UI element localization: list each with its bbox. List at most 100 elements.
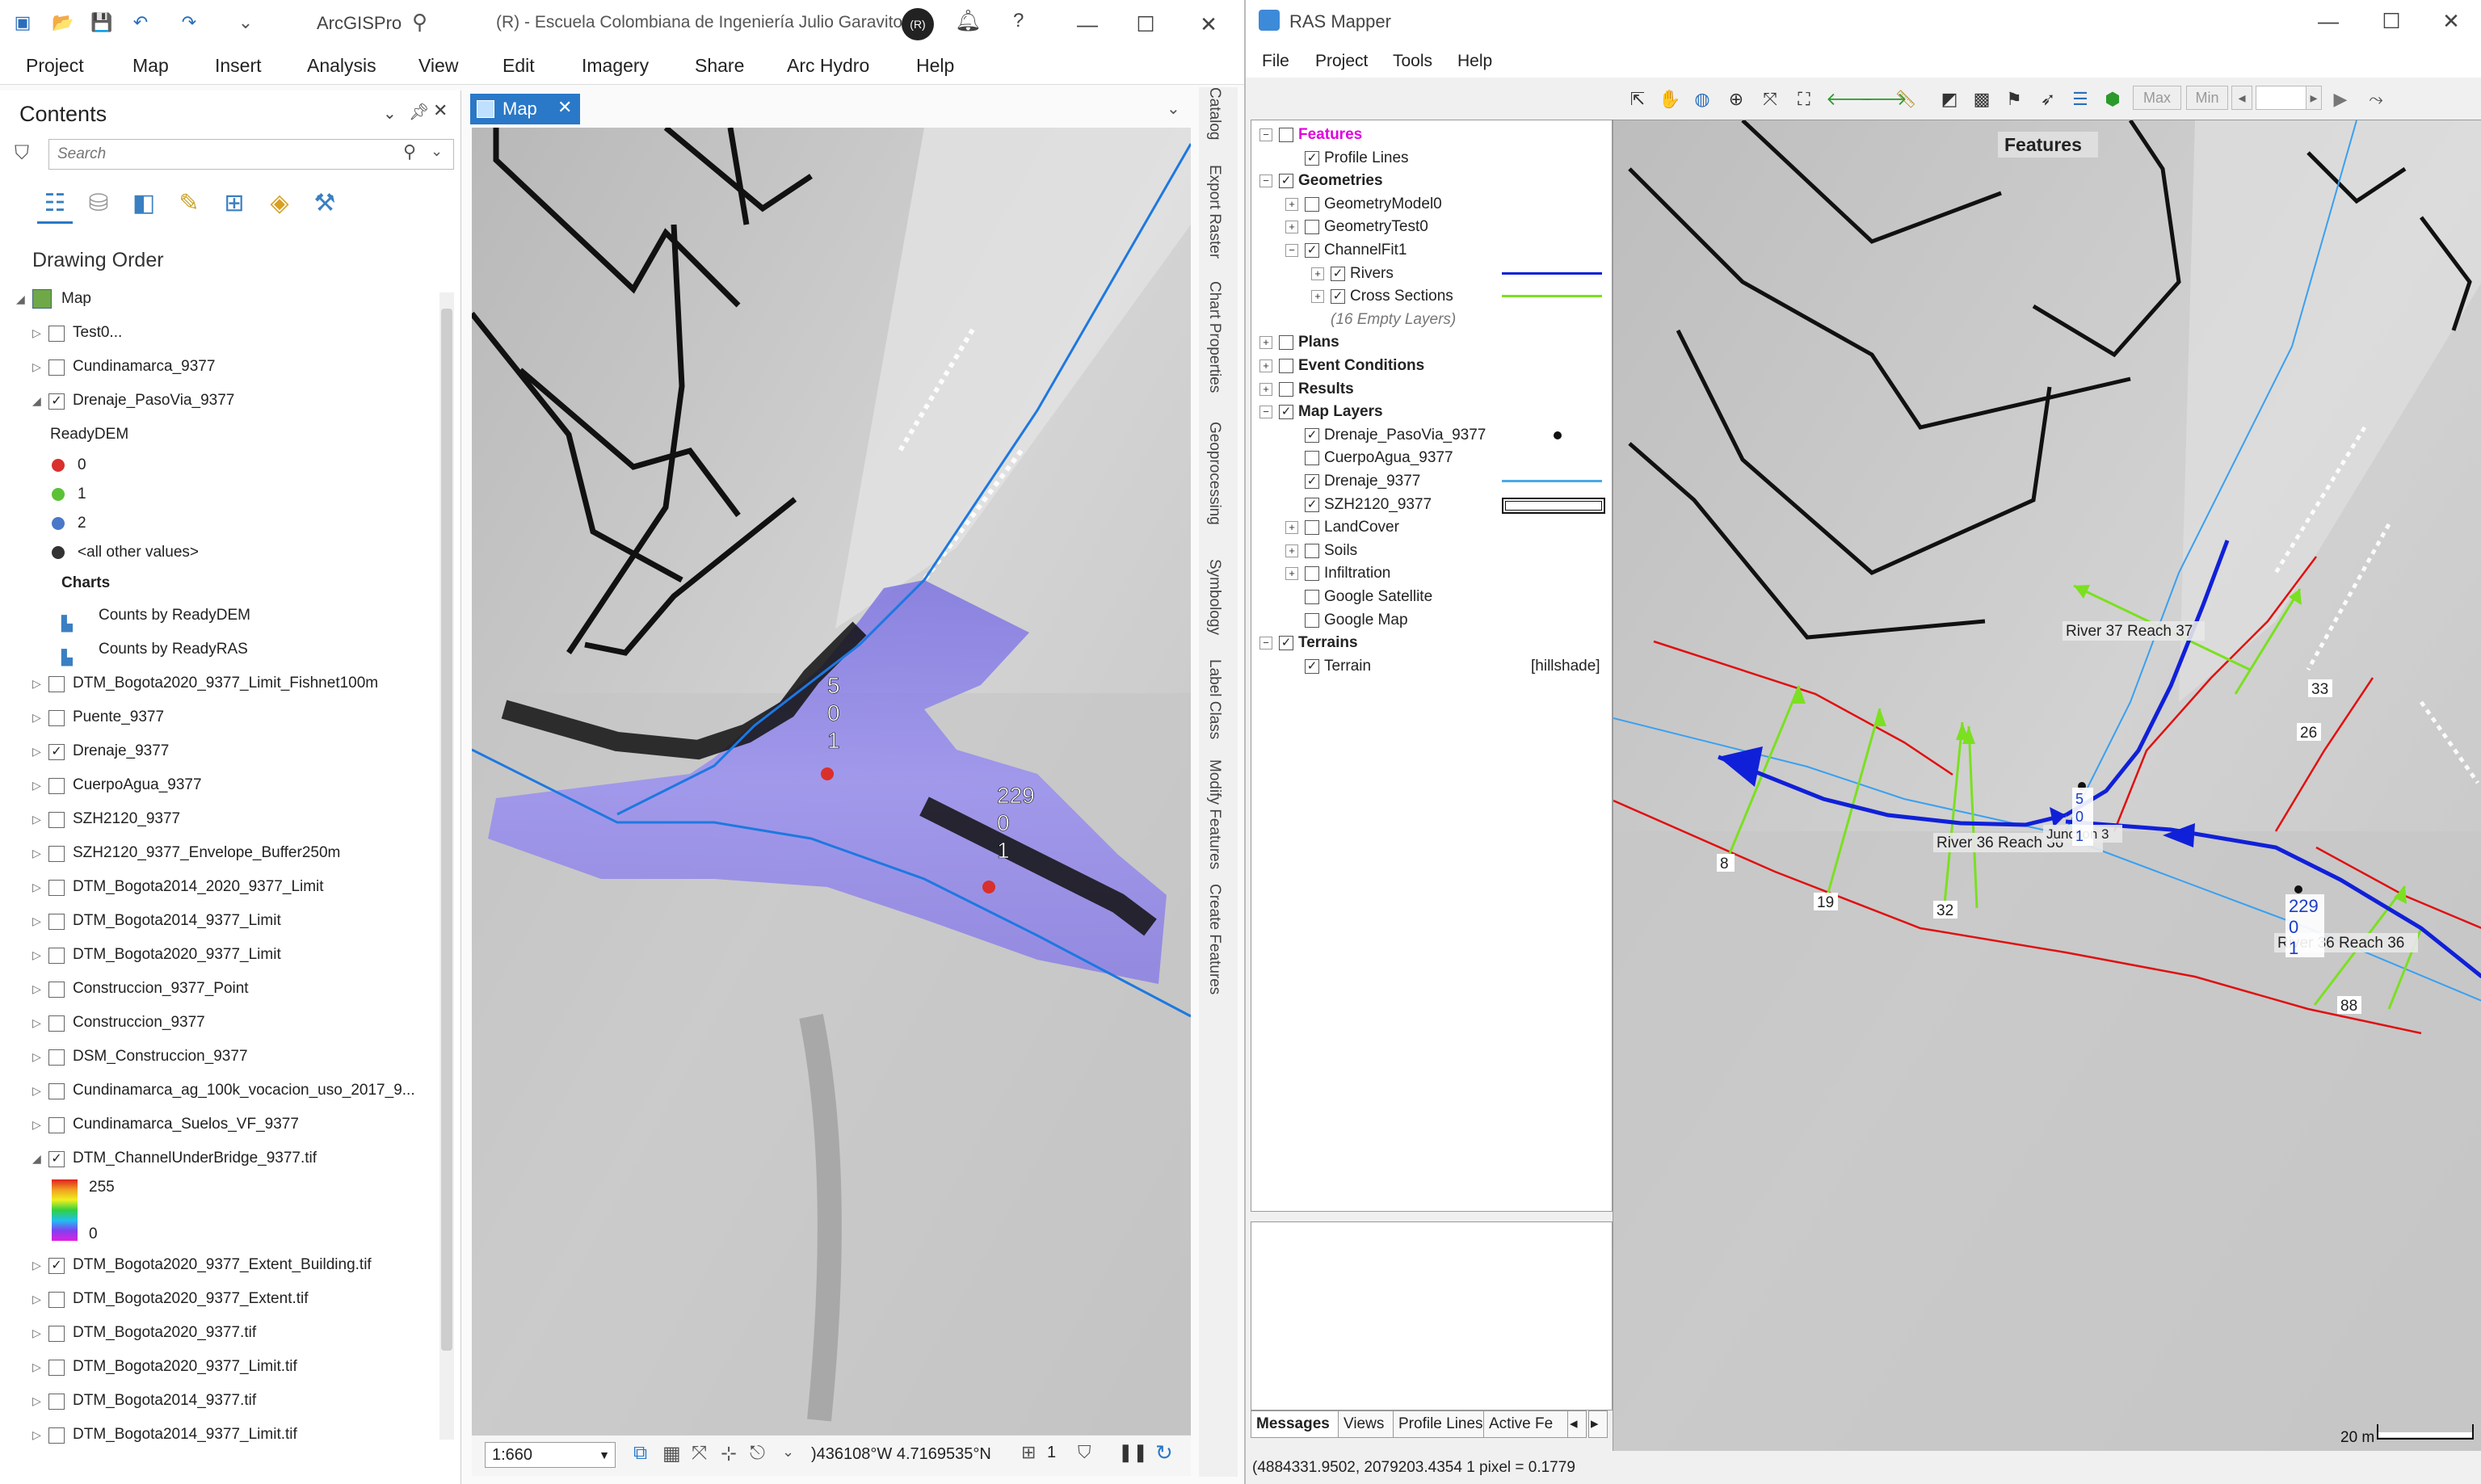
- layer-visibility-checkbox[interactable]: [48, 326, 65, 342]
- tab-imagery[interactable]: Imagery: [582, 55, 649, 77]
- layer-visibility-checkbox[interactable]: [48, 948, 65, 964]
- search-input[interactable]: [56, 143, 398, 166]
- ras-tree-row[interactable]: + GeometryTest0: [1251, 216, 1607, 238]
- expand-icon[interactable]: ▷: [32, 1040, 45, 1073]
- collapse-icon[interactable]: −: [1259, 128, 1272, 141]
- constraints-icon[interactable]: ⊹: [721, 1442, 737, 1465]
- globe-icon[interactable]: ◍: [1690, 87, 1714, 111]
- expand-icon[interactable]: ▷: [32, 735, 45, 767]
- search-icon[interactable]: ⚲: [412, 10, 427, 35]
- ras-layer-checkbox[interactable]: [1279, 335, 1293, 351]
- ras-layer-checkbox[interactable]: ✓: [1305, 474, 1319, 489]
- expand-icon[interactable]: +: [1285, 221, 1298, 234]
- layer-visibility-checkbox[interactable]: [48, 1292, 65, 1308]
- ras-tree-row[interactable]: CuerpoAgua_9377: [1251, 447, 1607, 469]
- pan-hand-icon[interactable]: ✋: [1658, 87, 1682, 111]
- layer-visibility-checkbox[interactable]: [48, 1326, 65, 1342]
- back-arrow-icon[interactable]: 🡐: [1826, 87, 1873, 111]
- layer-row[interactable]: ▷ Test0...: [0, 317, 436, 349]
- ras-layer-checkbox[interactable]: ✓: [1331, 289, 1345, 305]
- tab-analysis[interactable]: Analysis: [307, 55, 376, 77]
- list-by-source-icon[interactable]: ⛁: [81, 186, 116, 221]
- tab-map-view[interactable]: Map ✕: [470, 94, 580, 124]
- project-icon[interactable]: ▣: [11, 11, 34, 34]
- expand-icon[interactable]: ▷: [32, 1108, 45, 1141]
- maximize-button[interactable]: ☐: [1128, 8, 1163, 40]
- tab-profile-lines[interactable]: Profile Lines: [1393, 1410, 1491, 1438]
- ras-layer-checkbox[interactable]: [1305, 543, 1319, 558]
- tab-views[interactable]: Views: [1338, 1410, 1401, 1438]
- terrain-icon[interactable]: ⬢: [2100, 87, 2125, 111]
- ras-layer-checkbox[interactable]: [1279, 128, 1293, 142]
- expand-icon[interactable]: ▷: [32, 939, 45, 971]
- ras-tree-row[interactable]: ✓ Terrain [hillshade]: [1251, 655, 1607, 678]
- layer-row[interactable]: ▷ Cundinamarca_ag_100k_vocacion_uso_2017_…: [0, 1074, 436, 1107]
- chevron-down-icon[interactable]: ⌄: [431, 143, 443, 160]
- ras-layer-checkbox[interactable]: [1305, 590, 1319, 604]
- layer-visibility-checkbox[interactable]: [48, 1117, 65, 1133]
- point-marker-b[interactable]: [982, 881, 995, 893]
- tab-edit[interactable]: Edit: [503, 55, 535, 77]
- layer-visibility-checkbox[interactable]: [48, 1049, 65, 1066]
- side-tab-modify-features[interactable]: Modify Features: [1205, 759, 1223, 869]
- layer-visibility-checkbox[interactable]: [48, 914, 65, 930]
- layer-visibility-checkbox[interactable]: ✓: [48, 1258, 65, 1274]
- expand-icon[interactable]: ▷: [32, 1419, 45, 1451]
- list-by-labeling-icon[interactable]: ◈: [262, 186, 297, 221]
- collapse-icon[interactable]: −: [1259, 637, 1272, 650]
- tab-scroll-right[interactable]: ▸: [1588, 1410, 1608, 1438]
- ras-menu-help[interactable]: Help: [1457, 52, 1492, 71]
- layer-visibility-checkbox[interactable]: [48, 1360, 65, 1376]
- map-canvas[interactable]: 5 0 1 229 0 1: [472, 128, 1191, 1435]
- redo-icon[interactable]: ↷: [178, 11, 200, 34]
- tab-insert[interactable]: Insert: [215, 55, 262, 77]
- help-icon[interactable]: ?: [1013, 10, 1024, 32]
- raster-icon[interactable]: ▩: [1970, 87, 1994, 111]
- layer-row[interactable]: ▷ Construccion_9377: [0, 1007, 436, 1039]
- chart-item-row[interactable]: ▙ Counts by ReadyRAS: [0, 633, 436, 666]
- expand-icon[interactable]: +: [1259, 336, 1272, 350]
- scale-selector[interactable]: 1:660 ▼: [485, 1442, 616, 1468]
- layer-row[interactable]: ▷ DTM_Bogota2014_2020_9377_Limit: [0, 871, 436, 903]
- ras-tree-row[interactable]: + LandCover: [1251, 516, 1607, 539]
- layer-visibility-checkbox[interactable]: [48, 812, 65, 828]
- ras-map-canvas[interactable]: River 37 Reach 37 River 36 Reach 36 Junc…: [1613, 120, 2481, 1469]
- animate-icon[interactable]: ⤳: [2364, 87, 2388, 111]
- zoom-in-icon[interactable]: ⊕: [1724, 87, 1748, 111]
- ras-tree-row[interactable]: − ✓ ChannelFit1: [1251, 239, 1607, 262]
- customize-icon[interactable]: ⌄: [234, 11, 257, 34]
- expand-icon[interactable]: +: [1285, 197, 1298, 211]
- expand-icon[interactable]: ▷: [32, 701, 45, 734]
- tab-share[interactable]: Share: [695, 55, 744, 77]
- expand-icon[interactable]: ▷: [32, 803, 45, 835]
- expand-icon[interactable]: ▷: [32, 837, 45, 869]
- tab-arc-hydro[interactable]: Arc Hydro: [787, 55, 869, 77]
- layer-visibility-checkbox[interactable]: [48, 1083, 65, 1099]
- pointer-tool-icon[interactable]: ➶: [2036, 87, 2060, 111]
- side-tab-symbology[interactable]: Symbology: [1205, 559, 1223, 635]
- zoom-extent-icon[interactable]: ⤧: [1758, 87, 1782, 111]
- step-back-button[interactable]: ◂: [2231, 86, 2252, 110]
- ras-point-229[interactable]: [2294, 885, 2302, 893]
- ras-tree-row[interactable]: Google Map: [1251, 609, 1607, 632]
- layer-row[interactable]: ▷ DTM_Bogota2014_9377_Limit: [0, 905, 436, 937]
- grid-icon[interactable]: ▦: [662, 1442, 681, 1465]
- tab-overflow-icon[interactable]: ⌄: [1167, 99, 1180, 119]
- layer-row[interactable]: ▷ ✓ DTM_Bogota2020_9377_Extent_Building.ti…: [0, 1249, 436, 1281]
- side-tab-chart-properties[interactable]: Chart Properties: [1205, 281, 1223, 393]
- selected-features-icon[interactable]: ⊞: [1021, 1442, 1036, 1463]
- save-icon[interactable]: 💾: [90, 11, 113, 34]
- list-by-snapping-icon[interactable]: ⊞: [217, 186, 252, 221]
- tab-project[interactable]: Project: [26, 55, 84, 77]
- pause-icon[interactable]: ❚❚: [1118, 1442, 1148, 1463]
- list-by-editing-icon[interactable]: ✎: [171, 186, 207, 221]
- side-tab-geoprocessing[interactable]: Geoprocessing: [1205, 422, 1223, 525]
- layer-visibility-checkbox[interactable]: [48, 1427, 65, 1444]
- tab-view[interactable]: View: [418, 55, 458, 77]
- ras-layer-checkbox[interactable]: ✓: [1305, 427, 1319, 443]
- ras-minimize-button[interactable]: —: [2311, 5, 2346, 37]
- side-tab-create-features[interactable]: Create Features: [1205, 884, 1223, 994]
- ras-tree-row[interactable]: − ✓ Geometries: [1251, 170, 1607, 192]
- ras-tree-row[interactable]: + GeometryModel0: [1251, 193, 1607, 216]
- bell-icon[interactable]: 🔔︎: [955, 8, 982, 33]
